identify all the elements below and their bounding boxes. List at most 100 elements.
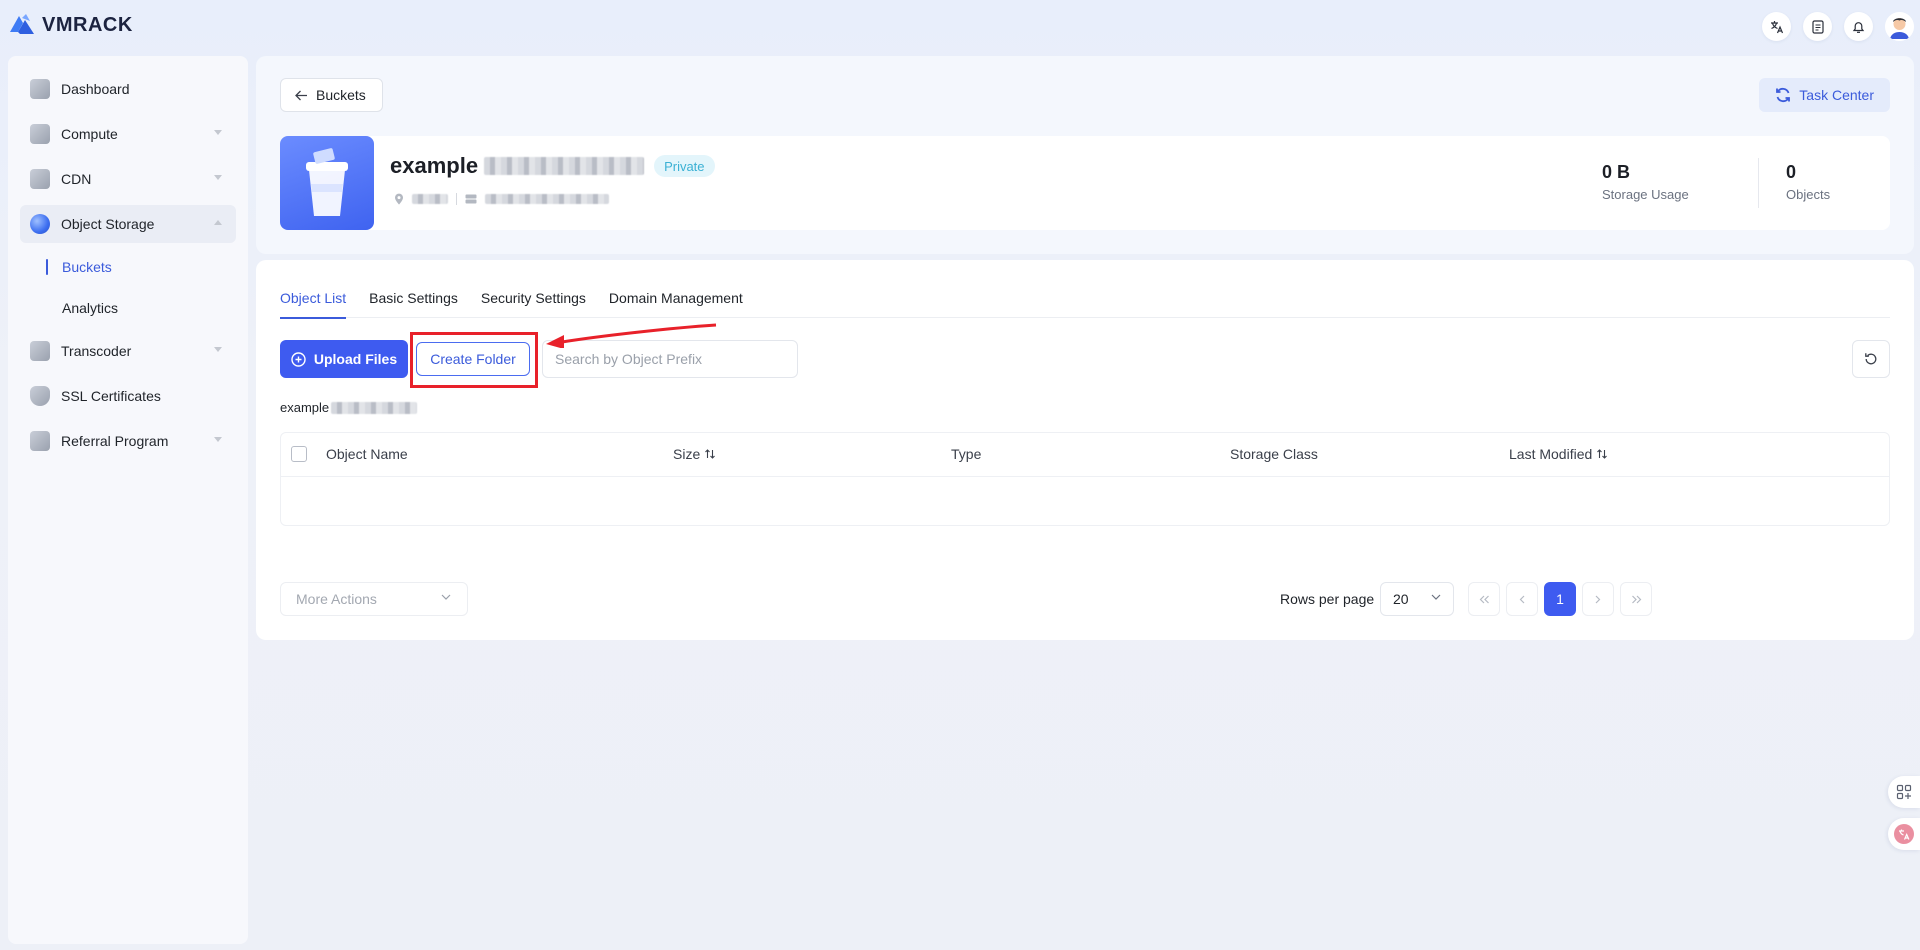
stat-divider <box>1758 158 1759 208</box>
apps-grid-float-button[interactable] <box>1888 776 1920 808</box>
sidebar-subitem-buckets[interactable]: Buckets <box>38 250 236 284</box>
tab-object-list[interactable]: Object List <box>280 290 347 319</box>
dashboard-icon <box>30 79 50 99</box>
column-object-name: Object Name <box>326 446 408 462</box>
rows-per-page-label: Rows per page <box>1280 591 1375 607</box>
location-pin-icon <box>395 193 403 205</box>
table-header: Object Name Size Type Storage Class Last… <box>281 433 1889 477</box>
storage-usage-value: 0 B <box>1602 162 1631 182</box>
chevron-right-icon <box>1595 595 1601 603</box>
tab-domain-management[interactable]: Domain Management <box>609 290 743 318</box>
arrow-left-icon <box>295 90 307 100</box>
vmrack-logo-icon <box>8 12 36 38</box>
prev-page-button[interactable] <box>1506 582 1538 616</box>
plus-circle-icon <box>291 351 306 367</box>
bucket-icon <box>280 136 374 230</box>
task-center-button[interactable]: Task Center <box>1759 78 1890 112</box>
sort-icon[interactable] <box>704 448 716 460</box>
chevron-left-icon <box>1519 595 1525 603</box>
path-breadcrumb[interactable]: example <box>280 400 418 415</box>
sidebar-subitem-label: Buckets <box>62 259 112 275</box>
sidebar-item-dashboard[interactable]: Dashboard <box>20 70 236 108</box>
top-bar: VMRACK <box>0 0 1920 52</box>
chevron-down-icon <box>214 175 222 180</box>
refresh-button[interactable] <box>1852 340 1890 378</box>
column-last-modified[interactable]: Last Modified <box>1509 446 1608 462</box>
next-page-button[interactable] <box>1582 582 1614 616</box>
pagination: 1 <box>1468 582 1652 616</box>
chevron-up-icon <box>214 220 222 225</box>
sidebar-item-cdn[interactable]: CDN <box>20 160 236 198</box>
chevron-down-icon <box>214 130 222 135</box>
rows-per-page-value: 20 <box>1393 591 1409 607</box>
chevrons-right-icon <box>1631 595 1641 603</box>
cdn-icon <box>30 169 50 189</box>
back-to-buckets-button[interactable]: Buckets <box>280 78 383 112</box>
upload-files-button[interactable]: Upload Files <box>280 340 408 378</box>
objects-value: 0 <box>1786 162 1797 182</box>
rows-per-page-select[interactable]: 20 <box>1380 582 1454 616</box>
sidebar-subitem-label: Analytics <box>62 300 119 316</box>
tab-basic-settings[interactable]: Basic Settings <box>369 290 458 318</box>
column-label: Object Name <box>326 446 408 462</box>
back-button-label: Buckets <box>316 87 366 103</box>
more-actions-select[interactable]: More Actions <box>280 582 468 616</box>
user-avatar[interactable] <box>1885 12 1914 41</box>
column-label: Size <box>673 446 701 462</box>
sidebar-item-compute[interactable]: Compute <box>20 115 236 153</box>
redacted-bucket-suffix <box>484 157 645 175</box>
column-type: Type <box>951 446 981 462</box>
task-center-label: Task Center <box>1799 87 1874 103</box>
breadcrumb-root[interactable]: example <box>280 400 329 415</box>
sort-icon[interactable] <box>1596 448 1608 460</box>
bell-icon[interactable] <box>1844 12 1873 41</box>
sidebar-item-label: Referral Program <box>61 433 169 449</box>
referral-icon <box>30 431 50 451</box>
sidebar-item-transcoder[interactable]: Transcoder <box>20 332 236 370</box>
sidebar: Dashboard Compute CDN Object Storage Buc… <box>8 56 248 944</box>
sidebar-item-label: Transcoder <box>61 343 132 359</box>
redacted-region <box>412 194 448 204</box>
bucket-meta <box>394 193 609 205</box>
storage-usage-label: Storage Usage <box>1602 187 1689 202</box>
bucket-header-panel: Buckets Task Center example Private 0 B … <box>256 56 1914 254</box>
objects-label: Objects <box>1786 187 1831 202</box>
sidebar-item-label: CDN <box>61 171 92 187</box>
page-number-button[interactable]: 1 <box>1544 582 1576 616</box>
table-footer: More Actions Rows per page 20 1 <box>280 582 1890 616</box>
apps-grid-icon <box>1896 784 1912 800</box>
last-page-button[interactable] <box>1620 582 1652 616</box>
refresh-icon <box>1865 353 1877 365</box>
brand-logo[interactable]: VMRACK <box>8 12 133 38</box>
object-table: Object Name Size Type Storage Class Last… <box>280 432 1890 526</box>
first-page-button[interactable] <box>1468 582 1500 616</box>
upload-files-label: Upload Files <box>313 351 398 367</box>
sidebar-item-ssl-certificates[interactable]: SSL Certificates <box>20 377 236 415</box>
compute-icon <box>30 124 50 144</box>
globe-icon <box>30 214 50 234</box>
tab-security-settings[interactable]: Security Settings <box>481 290 586 318</box>
chevrons-left-icon <box>1479 595 1489 603</box>
create-folder-button[interactable]: Create Folder <box>416 342 530 376</box>
column-storage-class: Storage Class <box>1230 446 1318 462</box>
column-label: Type <box>951 446 982 462</box>
column-size[interactable]: Size <box>673 446 716 462</box>
sidebar-item-object-storage[interactable]: Object Storage <box>20 205 236 243</box>
chevron-down-icon <box>214 437 222 442</box>
server-icon <box>465 194 477 204</box>
shield-icon <box>30 386 50 406</box>
document-icon[interactable] <box>1803 12 1832 41</box>
transcoder-icon <box>30 341 50 361</box>
sidebar-item-referral-program[interactable]: Referral Program <box>20 422 236 460</box>
bucket-tabs: Object List Basic Settings Security Sett… <box>280 290 1890 319</box>
sidebar-item-label: SSL Certificates <box>61 388 161 404</box>
sidebar-item-label: Object Storage <box>61 216 155 232</box>
translate-icon[interactable] <box>1762 12 1791 41</box>
bucket-summary-card: example Private 0 B Storage Usage 0 Obje… <box>280 136 1890 230</box>
sidebar-subitem-analytics[interactable]: Analytics <box>38 291 236 325</box>
brand-name: VMRACK <box>42 13 133 36</box>
object-list-panel: Object List Basic Settings Security Sett… <box>256 260 1914 640</box>
refresh-cycle-icon <box>1776 87 1791 103</box>
language-float-button[interactable] <box>1888 818 1920 850</box>
select-all-checkbox[interactable] <box>291 446 307 462</box>
